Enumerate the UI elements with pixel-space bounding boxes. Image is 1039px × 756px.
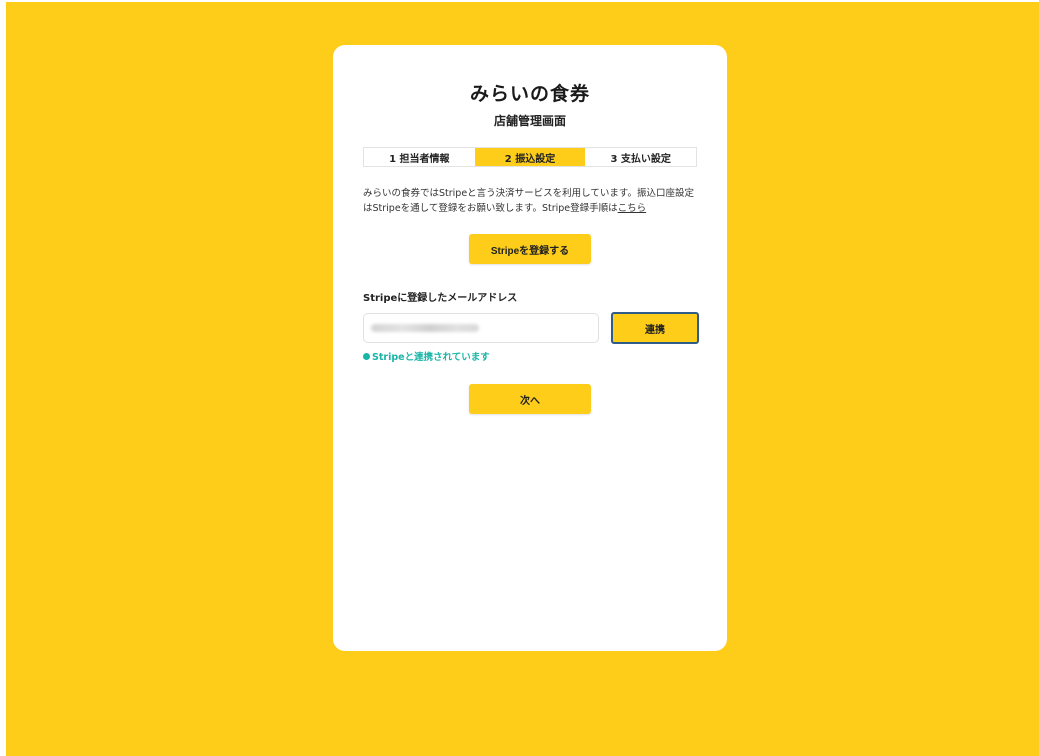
status-text: Stripeと連携されています — [372, 352, 490, 363]
step-contact-info: 1 担当者情報 — [389, 153, 450, 165]
step-transfer-settings: 2 振込設定 — [474, 148, 586, 166]
link-stripe-button[interactable]: 連携 — [611, 312, 699, 344]
setup-card: みらいの食券 店舗管理画面 1 担当者情報 2 振込設定 3 支払い設定 みらい… — [333, 45, 727, 651]
register-stripe-button[interactable]: Stripeを登録する — [469, 234, 591, 264]
step-payment-settings: 3 支払い設定 — [610, 153, 671, 165]
page-subtitle: 店舗管理画面 — [493, 114, 566, 128]
redacted-email-value — [371, 324, 479, 332]
connection-status: Stripeと連携されています — [363, 349, 490, 363]
stripe-description: みらいの食券ではStripeと言う決済サービスを利用しています。振込口座設定はS… — [363, 186, 699, 216]
email-field-label: Stripeに登録したメールアドレス — [363, 293, 518, 304]
page-background: みらいの食券 店舗管理画面 1 担当者情報 2 振込設定 3 支払い設定 みらい… — [6, 2, 1039, 756]
next-button[interactable]: 次へ — [469, 384, 591, 414]
status-dot-icon — [363, 352, 370, 360]
brand-logo: みらいの食券 — [469, 83, 590, 105]
step-indicator: 1 担当者情報 2 振込設定 3 支払い設定 — [363, 147, 697, 167]
instructions-link[interactable]: こちら — [618, 203, 647, 214]
